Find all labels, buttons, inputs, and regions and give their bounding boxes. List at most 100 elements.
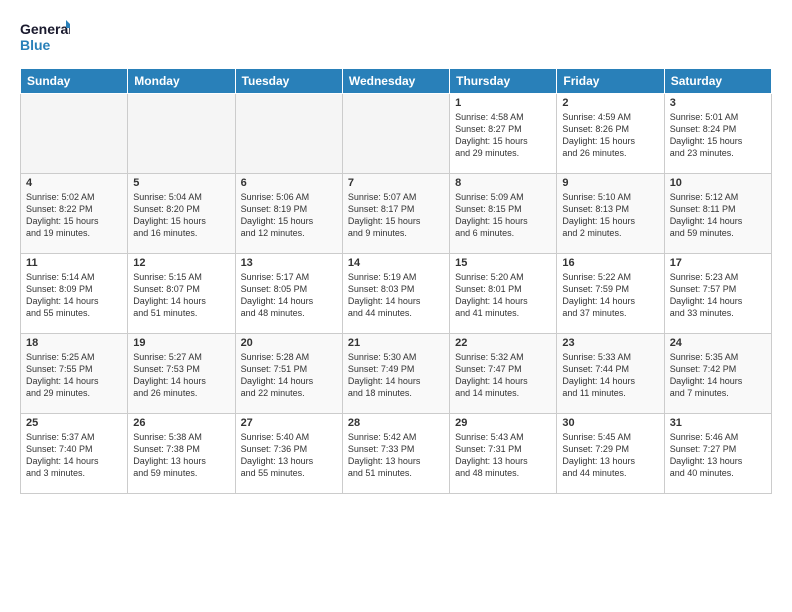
calendar-cell: 12 Sunrise: 5:15 AMSunset: 8:07 PMDayligh… xyxy=(128,254,235,334)
day-number: 16 xyxy=(562,257,658,269)
day-number: 2 xyxy=(562,97,658,109)
cell-content: Sunrise: 5:10 AMSunset: 8:13 PMDaylight:… xyxy=(562,192,635,238)
cell-content: Sunrise: 5:04 AMSunset: 8:20 PMDaylight:… xyxy=(133,192,206,238)
weekday-header-thursday: Thursday xyxy=(450,69,557,94)
cell-content: Sunrise: 4:59 AMSunset: 8:26 PMDaylight:… xyxy=(562,112,635,158)
cell-content: Sunrise: 5:15 AMSunset: 8:07 PMDaylight:… xyxy=(133,272,206,318)
day-number: 29 xyxy=(455,417,551,429)
day-number: 6 xyxy=(241,177,337,189)
day-number: 10 xyxy=(670,177,766,189)
calendar-week-4: 18Sunrise: 5:25 AMSunset: 7:55 PMDayligh… xyxy=(21,334,772,414)
calendar-cell: 5 Sunrise: 5:04 AMSunset: 8:20 PMDaylight… xyxy=(128,174,235,254)
cell-content: Sunrise: 5:17 AMSunset: 8:05 PMDaylight:… xyxy=(241,272,314,318)
calendar-cell: 27Sunrise: 5:40 AMSunset: 7:36 PMDayligh… xyxy=(235,414,342,494)
weekday-header-tuesday: Tuesday xyxy=(235,69,342,94)
day-number: 30 xyxy=(562,417,658,429)
day-number: 13 xyxy=(241,257,337,269)
day-number: 4 xyxy=(26,177,122,189)
cell-content: Sunrise: 5:19 AMSunset: 8:03 PMDaylight:… xyxy=(348,272,421,318)
day-number: 8 xyxy=(455,177,551,189)
day-number: 25 xyxy=(26,417,122,429)
cell-content: Sunrise: 5:22 AMSunset: 7:59 PMDaylight:… xyxy=(562,272,635,318)
logo: General Blue xyxy=(20,16,70,58)
cell-content: Sunrise: 5:30 AMSunset: 7:49 PMDaylight:… xyxy=(348,352,421,398)
calendar-week-2: 4 Sunrise: 5:02 AMSunset: 8:22 PMDaylight… xyxy=(21,174,772,254)
calendar-cell: 15 Sunrise: 5:20 AMSunset: 8:01 PMDayligh… xyxy=(450,254,557,334)
day-number: 7 xyxy=(348,177,444,189)
day-number: 19 xyxy=(133,337,229,349)
logo-svg: General Blue xyxy=(20,16,70,58)
cell-content: Sunrise: 5:09 AMSunset: 8:15 PMDaylight:… xyxy=(455,192,528,238)
day-number: 14 xyxy=(348,257,444,269)
calendar-cell: 2 Sunrise: 4:59 AMSunset: 8:26 PMDaylight… xyxy=(557,94,664,174)
weekday-header-saturday: Saturday xyxy=(664,69,771,94)
day-number: 15 xyxy=(455,257,551,269)
cell-content: Sunrise: 5:07 AMSunset: 8:17 PMDaylight:… xyxy=(348,192,421,238)
day-number: 23 xyxy=(562,337,658,349)
calendar-cell: 24Sunrise: 5:35 AMSunset: 7:42 PMDayligh… xyxy=(664,334,771,414)
calendar-week-5: 25Sunrise: 5:37 AMSunset: 7:40 PMDayligh… xyxy=(21,414,772,494)
calendar-cell: 25Sunrise: 5:37 AMSunset: 7:40 PMDayligh… xyxy=(21,414,128,494)
calendar-cell: 19 Sunrise: 5:27 AMSunset: 7:53 PMDayligh… xyxy=(128,334,235,414)
calendar-cell: 20 Sunrise: 5:28 AMSunset: 7:51 PMDayligh… xyxy=(235,334,342,414)
cell-content: Sunrise: 5:12 AMSunset: 8:11 PMDaylight:… xyxy=(670,192,743,238)
weekday-header-friday: Friday xyxy=(557,69,664,94)
cell-content: Sunrise: 5:23 AMSunset: 7:57 PMDaylight:… xyxy=(670,272,743,318)
calendar-week-1: 1 Sunrise: 4:58 AMSunset: 8:27 PMDaylight… xyxy=(21,94,772,174)
cell-content: Sunrise: 5:40 AMSunset: 7:36 PMDaylight:… xyxy=(241,432,314,478)
calendar-cell: 6 Sunrise: 5:06 AMSunset: 8:19 PMDaylight… xyxy=(235,174,342,254)
svg-text:Blue: Blue xyxy=(20,37,51,53)
weekday-header-wednesday: Wednesday xyxy=(342,69,449,94)
page: General Blue SundayMondayTuesdayWednesda… xyxy=(0,0,792,612)
calendar-cell: 16 Sunrise: 5:22 AMSunset: 7:59 PMDayligh… xyxy=(557,254,664,334)
day-number: 1 xyxy=(455,97,551,109)
cell-content: Sunrise: 5:27 AMSunset: 7:53 PMDaylight:… xyxy=(133,352,206,398)
calendar-cell xyxy=(342,94,449,174)
header: General Blue xyxy=(20,16,772,58)
calendar-cell xyxy=(128,94,235,174)
cell-content: Sunrise: 5:35 AMSunset: 7:42 PMDaylight:… xyxy=(670,352,743,398)
calendar-cell: 7 Sunrise: 5:07 AMSunset: 8:17 PMDaylight… xyxy=(342,174,449,254)
cell-content: Sunrise: 5:43 AMSunset: 7:31 PMDaylight:… xyxy=(455,432,528,478)
day-number: 28 xyxy=(348,417,444,429)
day-number: 11 xyxy=(26,257,122,269)
cell-content: Sunrise: 5:28 AMSunset: 7:51 PMDaylight:… xyxy=(241,352,314,398)
calendar-cell: 13 Sunrise: 5:17 AMSunset: 8:05 PMDayligh… xyxy=(235,254,342,334)
cell-content: Sunrise: 5:20 AMSunset: 8:01 PMDaylight:… xyxy=(455,272,528,318)
cell-content: Sunrise: 5:33 AMSunset: 7:44 PMDaylight:… xyxy=(562,352,635,398)
cell-content: Sunrise: 5:42 AMSunset: 7:33 PMDaylight:… xyxy=(348,432,421,478)
calendar-cell: 8 Sunrise: 5:09 AMSunset: 8:15 PMDaylight… xyxy=(450,174,557,254)
day-number: 26 xyxy=(133,417,229,429)
calendar-cell: 31 Sunrise: 5:46 AMSunset: 7:27 PMDayligh… xyxy=(664,414,771,494)
calendar-cell xyxy=(235,94,342,174)
calendar-cell: 26Sunrise: 5:38 AMSunset: 7:38 PMDayligh… xyxy=(128,414,235,494)
day-number: 22 xyxy=(455,337,551,349)
cell-content: Sunrise: 5:06 AMSunset: 8:19 PMDaylight:… xyxy=(241,192,314,238)
cell-content: Sunrise: 5:25 AMSunset: 7:55 PMDaylight:… xyxy=(26,352,99,398)
day-number: 31 xyxy=(670,417,766,429)
svg-text:General: General xyxy=(20,21,70,37)
calendar-table: SundayMondayTuesdayWednesdayThursdayFrid… xyxy=(20,68,772,494)
cell-content: Sunrise: 5:46 AMSunset: 7:27 PMDaylight:… xyxy=(670,432,743,478)
day-number: 9 xyxy=(562,177,658,189)
cell-content: Sunrise: 5:02 AMSunset: 8:22 PMDaylight:… xyxy=(26,192,99,238)
cell-content: Sunrise: 5:32 AMSunset: 7:47 PMDaylight:… xyxy=(455,352,528,398)
calendar-cell: 22 Sunrise: 5:32 AMSunset: 7:47 PMDayligh… xyxy=(450,334,557,414)
calendar-cell: 14 Sunrise: 5:19 AMSunset: 8:03 PMDayligh… xyxy=(342,254,449,334)
cell-content: Sunrise: 5:01 AMSunset: 8:24 PMDaylight:… xyxy=(670,112,743,158)
calendar-cell: 17Sunrise: 5:23 AMSunset: 7:57 PMDayligh… xyxy=(664,254,771,334)
calendar-cell xyxy=(21,94,128,174)
calendar-cell: 9 Sunrise: 5:10 AMSunset: 8:13 PMDaylight… xyxy=(557,174,664,254)
calendar-cell: 21 Sunrise: 5:30 AMSunset: 7:49 PMDayligh… xyxy=(342,334,449,414)
day-number: 5 xyxy=(133,177,229,189)
calendar-cell: 29 Sunrise: 5:43 AMSunset: 7:31 PMDayligh… xyxy=(450,414,557,494)
weekday-header-monday: Monday xyxy=(128,69,235,94)
calendar-cell: 18Sunrise: 5:25 AMSunset: 7:55 PMDayligh… xyxy=(21,334,128,414)
calendar-cell: 28 Sunrise: 5:42 AMSunset: 7:33 PMDayligh… xyxy=(342,414,449,494)
calendar-week-3: 11Sunrise: 5:14 AMSunset: 8:09 PMDayligh… xyxy=(21,254,772,334)
day-number: 21 xyxy=(348,337,444,349)
weekday-header-sunday: Sunday xyxy=(21,69,128,94)
cell-content: Sunrise: 4:58 AMSunset: 8:27 PMDaylight:… xyxy=(455,112,528,158)
day-number: 20 xyxy=(241,337,337,349)
day-number: 12 xyxy=(133,257,229,269)
